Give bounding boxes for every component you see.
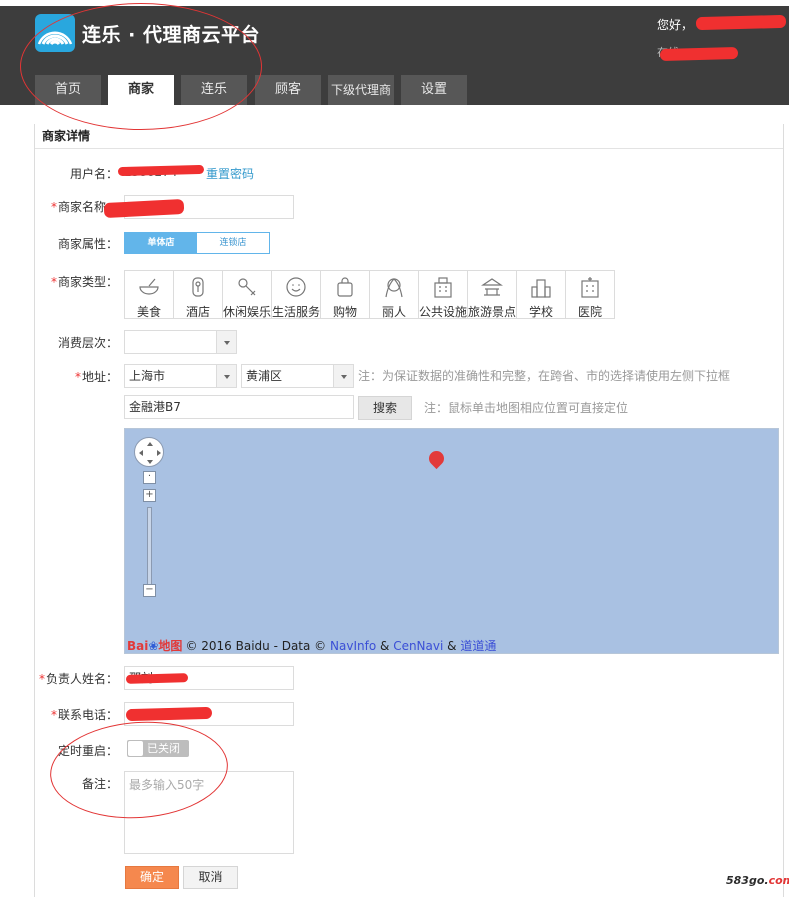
attr-chain-store[interactable]: 连锁店 [197, 233, 269, 253]
merchant-type-grid: 美食 酒店 休闲娱乐 生活服务 购物 丽人 公共设施 旅游景点 学校 医院 [124, 270, 615, 319]
merchant-attr-label: 商家属性： [57, 237, 118, 251]
chevron-down-icon [216, 365, 236, 387]
cennavi-link[interactable]: CenNavi [393, 639, 443, 653]
type-food[interactable]: 美食 [125, 271, 174, 319]
consume-level-label: 消费层次： [57, 336, 118, 350]
map-copyright: Bai❀地图 © 2016 Baidu - Data © NavInfo & Ce… [127, 639, 497, 653]
type-school[interactable]: 学校 [517, 271, 566, 319]
tab-settings[interactable]: 设置 [401, 75, 467, 105]
address-label: *地址： [74, 370, 118, 384]
annotation-ellipse [20, 3, 262, 130]
baidu-logo: Bai❀地图 [127, 639, 183, 653]
tab-sub-agent[interactable]: 下级代理商 [328, 75, 394, 105]
type-shopping[interactable]: 购物 [321, 271, 370, 319]
type-life-service[interactable]: 生活服务 [272, 271, 321, 319]
paw-icon: ❀ [148, 639, 159, 653]
address-note: 注：为保证数据的准确性和完整，在跨省、市的选择请使用左侧下拉框 [358, 369, 731, 383]
building-icon [434, 277, 452, 298]
school-icon [531, 279, 551, 298]
confirm-button[interactable]: 确定 [125, 866, 179, 889]
type-public[interactable]: 公共设施 [419, 271, 468, 319]
consume-level-select[interactable] [124, 330, 237, 354]
merchant-type-label: *商家类型： [50, 275, 118, 289]
site-watermark: 583go.com [726, 874, 789, 887]
zoom-slider[interactable] [147, 507, 152, 587]
beauty-icon [385, 278, 403, 298]
baidu-map[interactable]: · + − Bai❀地图 © 2016 Baidu - Data © NavInf… [124, 428, 779, 654]
zoom-in-button[interactable]: + [143, 489, 156, 502]
search-button[interactable]: 搜索 [358, 396, 412, 420]
type-hotel[interactable]: 酒店 [174, 271, 223, 319]
username-label: 用户名： [69, 167, 118, 181]
type-tourism[interactable]: 旅游景点 [468, 271, 517, 319]
bag-icon [337, 277, 353, 297]
city-select[interactable]: 上海市 [124, 364, 237, 388]
smile-icon [286, 277, 306, 297]
map-pin-icon [425, 447, 448, 470]
redaction-mark [659, 46, 739, 62]
redaction-mark [695, 14, 787, 31]
daodaotong-link[interactable]: 道道通 [460, 639, 496, 653]
tab-customer[interactable]: 顾客 [255, 75, 321, 105]
reset-password-link[interactable]: 重置密码 [206, 165, 254, 182]
district-select[interactable]: 黄浦区 [241, 364, 354, 388]
chevron-down-icon [216, 331, 236, 353]
map-pan-control[interactable] [134, 437, 164, 467]
chevron-down-icon [333, 365, 353, 387]
map-locate-button[interactable]: · [143, 471, 156, 484]
cancel-button[interactable]: 取消 [183, 866, 238, 889]
zoom-out-button[interactable]: − [143, 584, 156, 597]
pan-arrows-icon [139, 442, 161, 464]
phone-label: *联系电话： [50, 708, 118, 722]
redaction-mark [125, 673, 189, 684]
greeting-text: 您好， [657, 18, 694, 32]
merchant-attr-toggle: 单体店 连锁店 [124, 232, 270, 254]
owner-name-label: *负责人姓名： [38, 672, 118, 686]
type-leisure[interactable]: 休闲娱乐 [223, 271, 272, 319]
redaction-mark [125, 706, 213, 722]
leisure-icon [238, 278, 256, 296]
type-hospital[interactable]: 医院 [566, 271, 615, 319]
attr-single-store[interactable]: 单体店 [125, 233, 197, 253]
map-note: 注：鼠标单击地图相应位置可直接定位 [424, 401, 629, 415]
hospital-icon [581, 277, 599, 298]
type-beauty[interactable]: 丽人 [370, 271, 419, 319]
street-input[interactable]: 金融港B7 [124, 395, 354, 419]
temple-icon [481, 278, 503, 296]
hotel-icon [192, 277, 204, 297]
bowl-icon [139, 278, 159, 295]
navinfo-link[interactable]: NavInfo [330, 639, 376, 653]
